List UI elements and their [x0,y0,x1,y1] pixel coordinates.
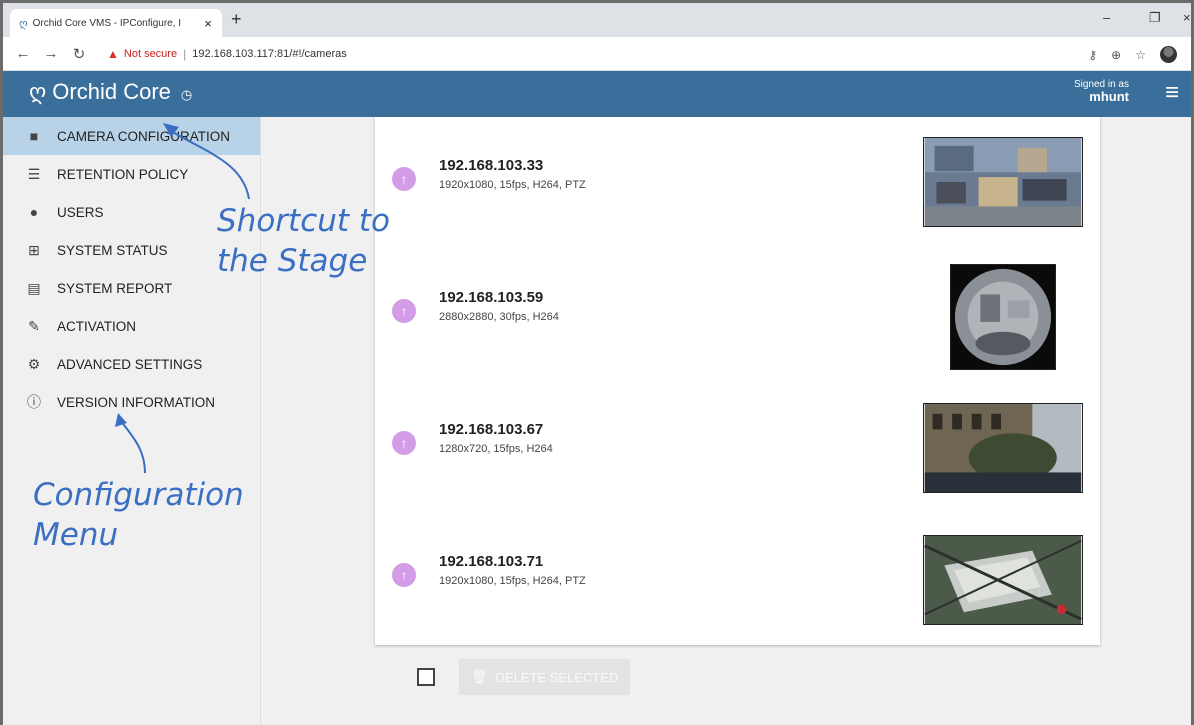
main-content: ↑ 192.168.103.33 1920x1080, 15fps, H264,… [261,117,1191,725]
annotation-line: the Stage [217,243,368,279]
camera-row[interactable]: ↑ 192.168.103.71 1920x1080, 15fps, H264,… [375,513,1100,645]
camera-row[interactable]: ↑ 192.168.103.67 1280x720, 15fps, H264 [375,381,1100,513]
camera-ip: 192.168.103.67 [439,421,544,438]
annotation-line: Menu [33,517,119,553]
camera-ip: 192.168.103.33 [439,157,544,174]
stage-shortcut-icon[interactable]: ◷ [181,87,192,103]
browser-window: ღ Orchid Core VMS - IPConfigure, I × + –… [0,0,1194,725]
user-icon: ● [29,204,39,220]
url-field[interactable]: 192.168.103.117:81/#!/cameras [192,48,347,60]
camera-row[interactable]: ↑ 192.168.103.33 1920x1080, 15fps, H264,… [375,117,1100,249]
camera-ip: 192.168.103.59 [439,289,544,306]
trash-icon: 🗑 [471,669,488,684]
not-secure-label[interactable]: Not secure [124,48,177,60]
sidebar-item-label: VERSION INFORMATION [57,394,216,410]
sidebar-item-label: USERS [57,204,104,220]
close-window-icon[interactable]: × [1183,10,1191,25]
sidebar-item-label: ACTIVATION [57,318,137,334]
upload-arrow-icon[interactable]: ↑ [392,431,416,455]
profile-avatar[interactable] [1160,46,1177,63]
medkit-icon: ⊞ [28,241,40,258]
upload-arrow-icon[interactable]: ↑ [392,299,416,323]
annotation-line: Shortcut to [217,203,391,239]
camera-row[interactable]: ↑ 192.168.103.59 2880x2880, 30fps, H264 [375,249,1100,381]
camera-spec: 1920x1080, 15fps, H264, PTZ [439,179,586,191]
shortcut-annotation: Shortcut to the Stage [217,201,390,281]
camera-list: ↑ 192.168.103.33 1920x1080, 15fps, H264,… [375,117,1100,645]
gears-icon: ⚙ [27,355,41,372]
sidebar-item-activation[interactable]: ✎ ACTIVATION [3,307,260,345]
camera-spec: 1280x720, 15fps, H264 [439,443,553,455]
tab-bar: ღ Orchid Core VMS - IPConfigure, I × + –… [3,3,1191,37]
app-header: ღ Orchid Core ◷ Signed in as mhunt ≡ [3,71,1191,117]
orchid-favicon-icon: ღ [19,17,28,30]
sidebar-item-retention-policy[interactable]: ☰ RETENTION POLICY [3,155,260,193]
restore-icon[interactable]: ❐ [1149,10,1161,26]
address-bar-actions: ⚷ ⊕ ☆ [1088,46,1177,63]
star-icon[interactable]: ☆ [1135,48,1146,62]
sidebar-item-camera-configuration[interactable]: ■ CAMERA CONFIGURATION [3,117,260,155]
camera-spec: 1920x1080, 15fps, H264, PTZ [439,575,586,587]
url-separator: | [183,46,187,61]
camera-thumbnail[interactable] [923,403,1083,493]
sidebar-item-label: SYSTEM STATUS [57,242,168,258]
bulk-actions: 🗑 DELETE SELECTED [417,659,631,695]
upload-arrow-icon[interactable]: ↑ [392,563,416,587]
zoom-icon[interactable]: ⊕ [1111,48,1121,62]
camera-thumbnail[interactable] [950,264,1056,370]
warning-icon[interactable]: ▲ [107,47,119,61]
config-annotation: Configuration Menu [33,475,244,555]
sidebar-item-version-information[interactable]: ⓘ VERSION INFORMATION [3,383,260,421]
orchid-logo-icon: ღ [29,79,47,104]
signed-in-info: Signed in as mhunt [1074,79,1129,103]
tab-title: Orchid Core VMS - IPConfigure, I [32,17,182,29]
database-icon: ☰ [27,165,41,182]
annotation-line: Configuration [33,477,244,513]
hamburger-menu-icon[interactable]: ≡ [1165,79,1179,107]
camera-thumbnail[interactable] [923,535,1083,625]
username: mhunt [1089,89,1129,104]
select-all-checkbox[interactable] [417,668,435,686]
sidebar-item-label: RETENTION POLICY [57,166,189,182]
minimize-icon[interactable]: – [1103,10,1110,25]
upload-arrow-icon[interactable]: ↑ [392,167,416,191]
key-icon[interactable]: ⚷ [1088,48,1097,62]
plug-icon: ✎ [28,317,40,334]
camera-icon: ■ [29,128,39,144]
report-icon: ▤ [27,279,41,296]
camera-spec: 2880x2880, 30fps, H264 [439,311,559,323]
back-icon[interactable]: ← [15,45,31,62]
address-bar: ← → ↻ ▲ Not secure | 192.168.103.117:81/… [3,37,1191,71]
browser-tab[interactable]: ღ Orchid Core VMS - IPConfigure, I × [10,9,222,37]
delete-selected-button[interactable]: 🗑 DELETE SELECTED [459,659,631,695]
sidebar-item-label: ADVANCED SETTINGS [57,356,203,372]
camera-thumbnail[interactable] [923,137,1083,227]
reload-icon[interactable]: ↻ [71,45,87,63]
info-icon: ⓘ [27,394,41,410]
camera-ip: 192.168.103.71 [439,553,544,570]
delete-selected-label: DELETE SELECTED [495,669,619,685]
sidebar-item-label: SYSTEM REPORT [57,280,173,296]
sidebar-item-advanced-settings[interactable]: ⚙ ADVANCED SETTINGS [3,345,260,383]
sidebar-item-label: CAMERA CONFIGURATION [57,128,231,144]
tab-close-icon[interactable]: × [200,16,216,31]
new-tab-button[interactable]: + [231,9,242,30]
forward-icon[interactable]: → [43,45,59,62]
app-title: Orchid Core [52,79,171,104]
app-logo[interactable]: ღ Orchid Core ◷ [29,79,192,105]
